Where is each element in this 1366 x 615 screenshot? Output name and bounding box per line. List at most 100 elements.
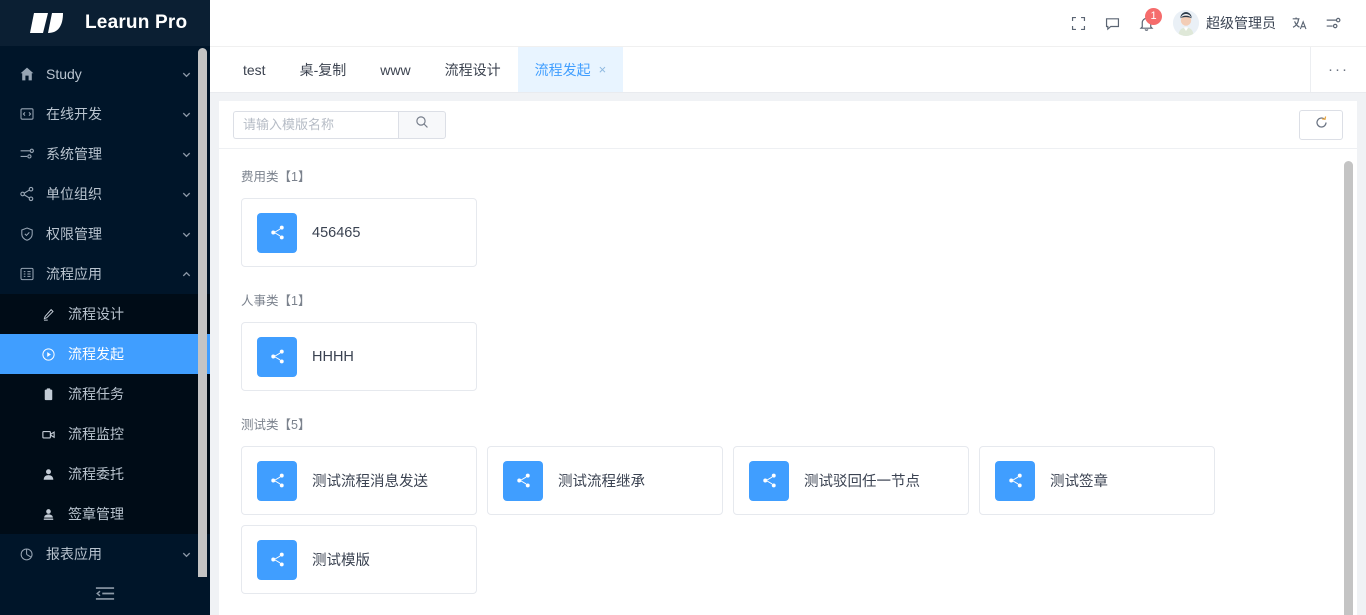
template-card[interactable]: 测试驳回任一节点 [733,446,969,515]
flow-list-icon [18,266,35,283]
sidebar-item-online-dev[interactable]: 在线开发 [0,94,210,134]
share-icon [257,213,297,253]
tab-www[interactable]: www [363,47,427,92]
user-menu[interactable]: 超级管理员 [1173,10,1276,36]
group-hr: 人事类【1】 HHHH [241,290,1337,391]
close-icon[interactable]: × [599,62,607,77]
sidebar-item-seal-manage[interactable]: 签章管理 [0,494,210,534]
sidebar-item-system-manage[interactable]: 系统管理 [0,134,210,174]
group-test: 测试类【5】 测试流程消息发送 [241,414,1337,594]
template-card[interactable]: 测试模版 [241,525,477,594]
sidebar-submenu-flow-app: 流程设计 流程发起 流程任务 [0,294,210,534]
pie-chart-icon [18,546,35,563]
template-card[interactable]: HHHH [241,322,477,391]
share-icon [749,461,789,501]
chevron-down-icon [180,188,192,200]
tab-flow-launch[interactable]: 流程发起 × [518,47,624,92]
sidebar-item-flow-launch[interactable]: 流程发起 [0,334,210,374]
sidebar-item-label: 报表应用 [46,544,169,564]
sidebar-item-flow-app[interactable]: 流程应用 [0,254,210,294]
tab-label: 桌-复制 [300,60,347,80]
chevron-down-icon [180,148,192,160]
sidebar-item-label: 权限管理 [46,224,169,244]
stamp-icon [40,506,56,522]
chevron-up-icon [180,268,192,280]
share-icon [995,461,1035,501]
chevron-down-icon [180,108,192,120]
video-camera-icon [40,426,56,442]
notification-badge: 1 [1145,8,1162,25]
template-card[interactable]: 456465 [241,198,477,267]
learun-logo-icon [30,10,74,36]
app-root: Learun Pro Study 在线开发 [0,0,1366,615]
sidebar-item-study[interactable]: Study [0,54,210,94]
shield-check-icon [18,226,35,243]
template-card[interactable]: 测试签章 [979,446,1215,515]
sidebar-item-label: 单位组织 [46,184,169,204]
fullscreen-icon[interactable] [1061,6,1095,40]
card-list: 测试流程消息发送 测试流程继承 [241,446,1337,594]
main-area: 1 超级管理员 [210,0,1366,615]
chevron-down-icon [180,68,192,80]
sidebar-item-label: 流程监控 [68,424,124,444]
sidebar-collapse-button[interactable] [0,577,210,615]
sidebar-menu-scroll: Study 在线开发 [0,46,210,577]
sidebar-item-flow-task[interactable]: 流程任务 [0,374,210,414]
template-card-label: 测试签章 [1050,470,1108,491]
card-list: HHHH [241,322,1337,391]
group-title: 费用类【1】 [241,166,1337,185]
tab-label: test [243,62,266,78]
template-panel: 费用类【1】 456465 人事类【1】 [219,101,1357,615]
message-icon[interactable] [1095,6,1129,40]
brand-title: Learun Pro [85,12,187,34]
user-icon [40,466,56,482]
clipboard-icon [40,386,56,402]
content-scrollbar[interactable] [1344,161,1353,615]
topbar: 1 超级管理员 [210,0,1366,46]
template-scroll-area: 费用类【1】 456465 人事类【1】 [219,150,1357,615]
pen-icon [40,306,56,322]
sidebar-item-organization[interactable]: 单位组织 [0,174,210,214]
code-window-icon [18,106,35,123]
user-name: 超级管理员 [1206,13,1276,33]
sidebar-item-flow-design[interactable]: 流程设计 [0,294,210,334]
template-card[interactable]: 测试流程继承 [487,446,723,515]
chevron-down-icon [180,228,192,240]
sidebar-item-flow-delegate[interactable]: 流程委托 [0,454,210,494]
sidebar-item-label: 流程发起 [68,344,124,364]
sidebar-item-flow-monitor[interactable]: 流程监控 [0,414,210,454]
sidebar-item-label: 流程任务 [68,384,124,404]
sidebar-scrollbar[interactable] [198,48,207,577]
sidebar-item-label: 系统管理 [46,144,169,164]
settings-sliders-icon[interactable] [1316,6,1350,40]
template-card-label: 测试模版 [312,549,370,570]
brand-logo-bar[interactable]: Learun Pro [0,0,210,46]
translate-icon[interactable] [1282,6,1316,40]
tab-more-button[interactable]: ··· [1310,47,1366,92]
tab-list: test 桌-复制 www 流程设计 流程发起 × [210,47,1310,92]
card-list: 456465 [241,198,1337,267]
group-title: 测试类【5】 [241,414,1337,433]
share-icon [257,337,297,377]
sliders-icon [18,146,35,163]
sidebar-item-report-app[interactable]: 报表应用 [0,534,210,574]
search-group [233,111,446,139]
refresh-icon [1314,115,1329,135]
tab-flow-design[interactable]: 流程设计 [428,47,518,92]
tab-test[interactable]: test [226,47,283,92]
sidebar-item-label: 签章管理 [68,504,124,524]
sidebar-item-label: 在线开发 [46,104,169,124]
sidebar-item-label: Study [46,66,169,82]
tab-zhuo-copy[interactable]: 桌-复制 [283,47,364,92]
sidebar-item-permission[interactable]: 权限管理 [0,214,210,254]
refresh-button[interactable] [1299,110,1343,140]
sidebar-menu: Study 在线开发 [0,46,210,574]
search-button[interactable] [398,111,446,139]
template-card-label: HHHH [312,349,354,365]
template-card-label: 测试流程消息发送 [312,470,428,491]
content-area: 费用类【1】 456465 人事类【1】 [210,93,1366,615]
search-input[interactable] [233,111,398,139]
template-card[interactable]: 测试流程消息发送 [241,446,477,515]
bell-icon[interactable]: 1 [1129,6,1163,40]
template-card-label: 测试驳回任一节点 [804,470,920,491]
